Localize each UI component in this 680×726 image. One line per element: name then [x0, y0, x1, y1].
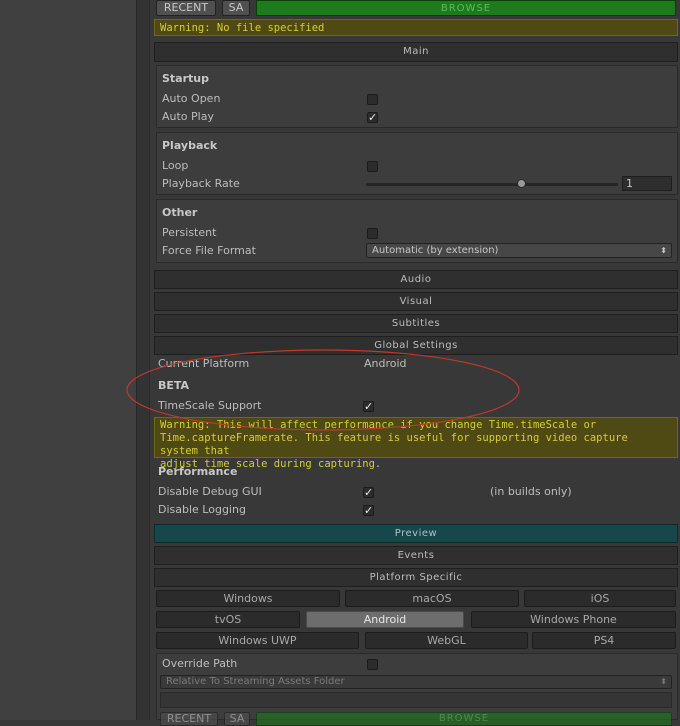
section-visual[interactable]: Visual	[154, 292, 678, 311]
path-relative-dropdown[interactable]: Relative To Streaming Assets Folder ⬍	[160, 675, 672, 689]
bottom-browse-button[interactable]: BROWSE	[256, 712, 672, 726]
startup-title: Startup	[162, 72, 209, 85]
path-relative-value: Relative To Streaming Assets Folder	[166, 676, 345, 687]
section-platform-specific[interactable]: Platform Specific	[154, 568, 678, 587]
browse-button[interactable]: BROWSE	[256, 0, 676, 16]
auto-open-checkbox[interactable]	[367, 94, 378, 105]
dropdown-arrow-icon: ⬍	[660, 246, 667, 255]
force-file-format-dropdown[interactable]: Automatic (by extension) ⬍	[366, 243, 672, 258]
timescale-warning: Warning: This will affect performance if…	[154, 417, 678, 470]
panel-splitter[interactable]	[136, 0, 150, 720]
check-icon: ✓	[364, 486, 374, 499]
builds-only-note: (in builds only)	[490, 485, 572, 498]
check-icon: ✓	[364, 504, 374, 517]
path-input[interactable]	[160, 692, 672, 708]
force-file-format-label: Force File Format	[162, 244, 256, 257]
section-audio[interactable]: Audio	[154, 270, 678, 289]
check-icon: ✓	[368, 111, 378, 124]
tab-windows-uwp[interactable]: Windows UWP	[156, 632, 359, 649]
tab-ios[interactable]: iOS	[524, 590, 676, 607]
performance-title: Performance	[158, 465, 238, 478]
tab-webgl[interactable]: WebGL	[365, 632, 528, 649]
loop-label: Loop	[162, 159, 189, 172]
force-file-format-value: Automatic (by extension)	[372, 245, 499, 256]
auto-play-label: Auto Play	[162, 110, 214, 123]
tab-windows-phone[interactable]: Windows Phone	[471, 611, 676, 628]
current-platform-value: Android	[364, 357, 407, 370]
disable-debug-gui-checkbox[interactable]: ✓	[363, 487, 374, 498]
disable-logging-checkbox[interactable]: ✓	[363, 505, 374, 516]
playback-rate-field[interactable]: 1	[622, 176, 672, 191]
beta-title: BETA	[158, 379, 190, 392]
tab-macos[interactable]: macOS	[345, 590, 519, 607]
loop-checkbox[interactable]	[367, 161, 378, 172]
section-events[interactable]: Events	[154, 546, 678, 565]
recent-button[interactable]: RECENT	[156, 0, 216, 16]
tab-android[interactable]: Android	[306, 611, 464, 628]
warning-line-2: Time.captureFramerate. This feature is u…	[160, 432, 628, 457]
persistent-label: Persistent	[162, 226, 217, 239]
bottom-recent-button[interactable]: RECENT	[160, 712, 218, 726]
playback-title: Playback	[162, 139, 218, 152]
timescale-support-checkbox[interactable]: ✓	[363, 401, 374, 412]
persistent-checkbox[interactable]	[367, 228, 378, 239]
playback-rate-label: Playback Rate	[162, 177, 240, 190]
override-path-checkbox[interactable]	[367, 659, 378, 670]
other-title: Other	[162, 206, 198, 219]
section-main[interactable]: Main	[154, 42, 678, 62]
inspector-panel: RECENT SA BROWSE Warning: No file specif…	[150, 0, 680, 726]
section-preview[interactable]: Preview	[154, 524, 678, 543]
warning-line-1: Warning: This will affect performance if…	[160, 419, 597, 431]
playback-rate-slider[interactable]	[366, 179, 618, 188]
tab-windows[interactable]: Windows	[156, 590, 340, 607]
override-path-label: Override Path	[162, 657, 238, 670]
disable-logging-label: Disable Logging	[158, 503, 246, 516]
current-platform-label: Current Platform	[158, 357, 250, 370]
auto-open-label: Auto Open	[162, 92, 221, 105]
tab-tvos[interactable]: tvOS	[156, 611, 300, 628]
check-icon: ✓	[364, 400, 374, 413]
bottom-sa-button[interactable]: SA	[224, 712, 250, 726]
disable-debug-gui-label: Disable Debug GUI	[158, 485, 262, 498]
dropdown-arrow-icon: ⬍	[660, 677, 667, 686]
no-file-warning: Warning: No file specified	[154, 19, 678, 36]
section-subtitles[interactable]: Subtitles	[154, 314, 678, 333]
timescale-support-label: TimeScale Support	[158, 399, 262, 412]
sa-button[interactable]: SA	[222, 0, 250, 16]
startup-group	[156, 65, 678, 128]
auto-play-checkbox[interactable]: ✓	[367, 112, 378, 123]
section-global-settings[interactable]: Global Settings	[154, 336, 678, 355]
tab-ps4[interactable]: PS4	[532, 632, 676, 649]
hierarchy-panel	[0, 0, 136, 720]
